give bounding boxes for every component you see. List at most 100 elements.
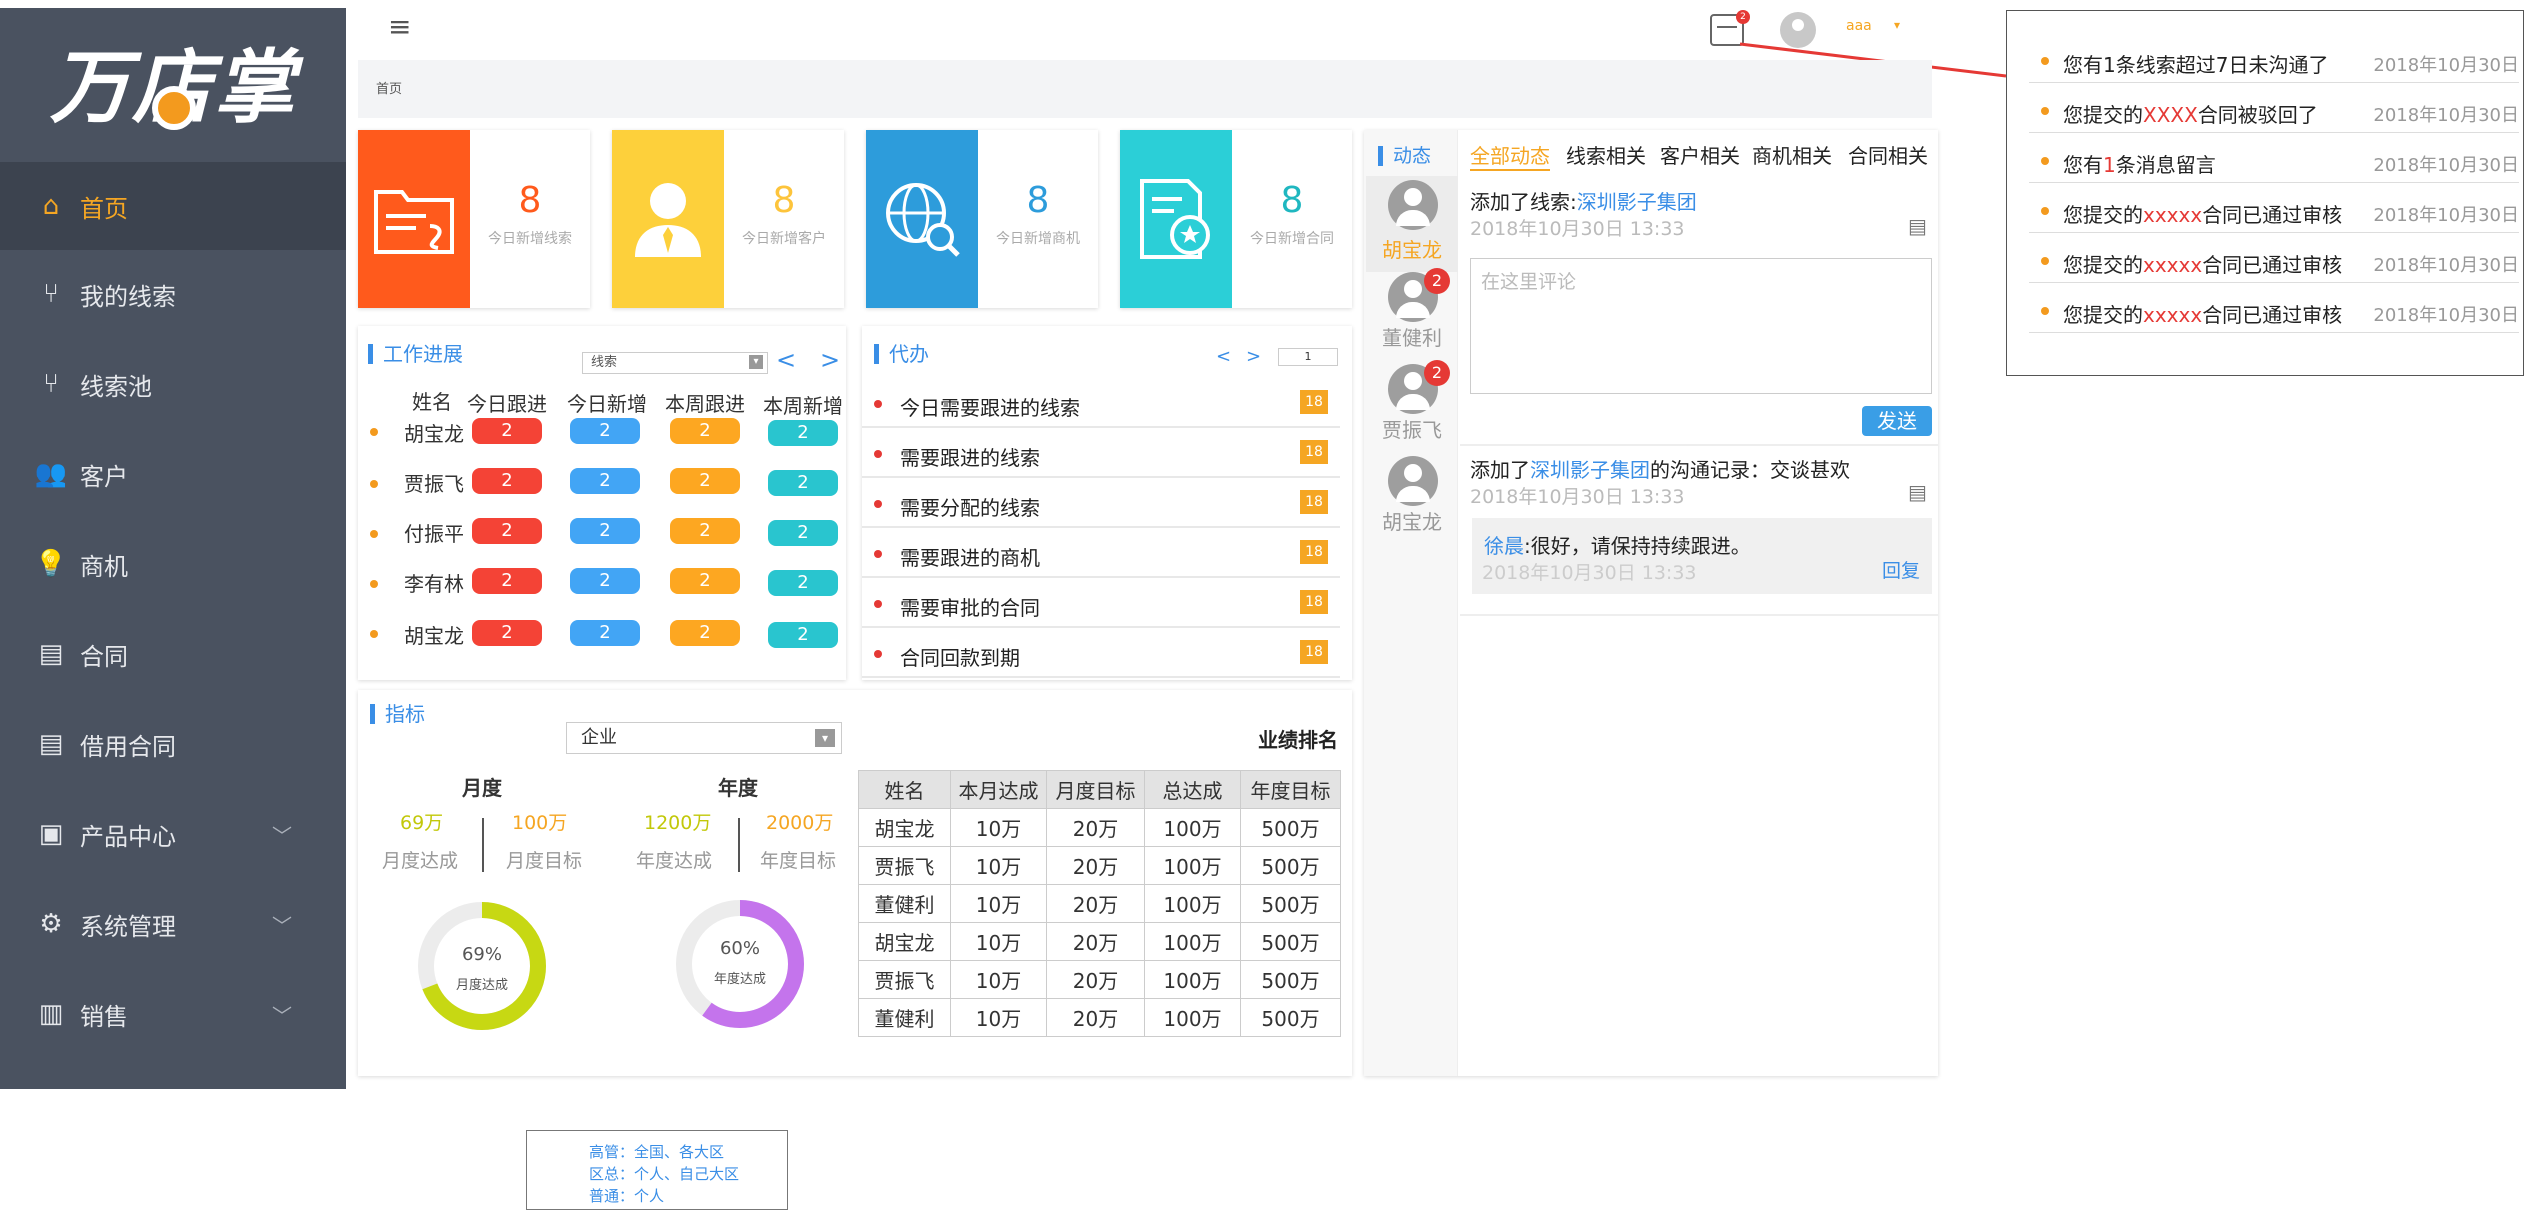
next-button[interactable]: >: [820, 346, 840, 374]
today-new-pill[interactable]: 2: [570, 468, 640, 494]
count-badge: 18: [1300, 440, 1328, 464]
table-cell: 10万: [950, 846, 1047, 885]
todo-item[interactable]: 需要跟进的商机 18: [862, 530, 1340, 578]
notification-item[interactable]: 您提交的xxxxx合同已通过审核 2018年10月30日: [2029, 283, 2519, 333]
divider: [738, 818, 740, 872]
column-header: 本周新增: [763, 394, 843, 418]
row-name: 胡宝龙: [404, 624, 464, 648]
stat-card-new-clues[interactable]: 8 今日新增线索: [358, 130, 590, 308]
todo-item[interactable]: 合同回款到期 18: [862, 630, 1340, 678]
caret-down-icon[interactable]: ▾: [1894, 18, 1900, 32]
menu-toggle-icon[interactable]: ≡: [388, 10, 411, 43]
breadcrumb-bar: [358, 60, 1932, 118]
post-link[interactable]: 深圳影子集团: [1530, 458, 1650, 482]
today-follow-pill[interactable]: 2: [472, 620, 542, 646]
todo-item[interactable]: 今日需要跟进的线索 18: [862, 380, 1340, 428]
feed-user-item[interactable]: 2 贾振飞: [1366, 360, 1458, 456]
sidebar-item-label: 系统管理: [80, 912, 176, 941]
notification-item[interactable]: 您提交的xxxxx合同已通过审核 2018年10月30日: [2029, 233, 2519, 283]
comment-icon[interactable]: ▤: [1908, 214, 1927, 238]
today-follow-pill[interactable]: 2: [472, 518, 542, 544]
week-new-pill[interactable]: 2: [768, 470, 838, 496]
todo-item[interactable]: 需要审批的合同 18: [862, 580, 1340, 628]
next-button[interactable]: >: [1246, 346, 1261, 367]
box-icon: ▣: [38, 819, 64, 849]
week-follow-pill[interactable]: 2: [670, 518, 740, 544]
prev-button[interactable]: <: [1216, 346, 1231, 367]
sidebar-item-customer[interactable]: 👥 客户: [0, 430, 346, 518]
notification-text: 您提交的xxxxx合同已通过审核: [2063, 299, 2342, 328]
sidebar-item-home[interactable]: ⌂ 首页: [0, 162, 346, 250]
feed-user-item[interactable]: 胡宝龙: [1366, 176, 1458, 272]
today-new-pill[interactable]: 2: [570, 518, 640, 544]
todo-item[interactable]: 需要跟进的线索 18: [862, 430, 1340, 478]
send-button[interactable]: 发送: [1862, 406, 1932, 436]
caret-down-icon: ▾: [815, 729, 835, 747]
today-follow-pill[interactable]: 2: [472, 568, 542, 594]
todo-item[interactable]: 需要分配的线索 18: [862, 480, 1340, 528]
notification-item[interactable]: 您有1条消息留言 2018年10月30日: [2029, 133, 2519, 183]
sidebar-item-label: 线索池: [80, 372, 152, 401]
user-name[interactable]: aaa: [1846, 18, 1872, 34]
tab-customer-related[interactable]: 客户相关: [1660, 140, 1740, 169]
week-follow-pill[interactable]: 2: [670, 418, 740, 444]
comment-icon[interactable]: ▤: [1908, 480, 1927, 504]
monthly-achieved: 69万: [400, 812, 444, 834]
sidebar-item-opportunity[interactable]: 💡 商机: [0, 520, 346, 608]
tab-clue-related[interactable]: 线索相关: [1566, 140, 1646, 169]
work-progress-filter-select[interactable]: 线索 ▾: [582, 352, 768, 374]
tab-opportunity-related[interactable]: 商机相关: [1752, 140, 1832, 169]
tab-contract-related[interactable]: 合同相关: [1848, 140, 1928, 169]
contract-icon: [1120, 130, 1232, 308]
prev-button[interactable]: <: [776, 346, 796, 374]
stat-card-new-opportunities[interactable]: 8 今日新增商机: [866, 130, 1098, 308]
table-cell: 100万: [1144, 808, 1241, 847]
sidebar-item-system[interactable]: ⚙ 系统管理 ﹀: [0, 880, 346, 968]
sidebar-item-contract[interactable]: ▤ 合同: [0, 610, 346, 698]
today-follow-pill[interactable]: 2: [472, 468, 542, 494]
today-new-pill[interactable]: 2: [570, 568, 640, 594]
stat-card-new-contracts[interactable]: 8 今日新增合同: [1120, 130, 1352, 308]
week-follow-pill[interactable]: 2: [670, 468, 740, 494]
sidebar-item-sales[interactable]: ▥ 销售 ﹀: [0, 970, 346, 1058]
sidebar-item-product-center[interactable]: ▣ 产品中心 ﹀: [0, 790, 346, 878]
tab-all-activity[interactable]: 全部动态: [1470, 140, 1550, 171]
column-header: 姓名: [858, 770, 951, 809]
post-prefix: 添加了线索:: [1470, 190, 1577, 214]
metrics-scope-select[interactable]: 企业 ▾: [566, 722, 842, 754]
sidebar-item-borrow-contract[interactable]: ▤ 借用合同: [0, 700, 346, 788]
comment-input[interactable]: 在这里评论: [1470, 258, 1932, 394]
stat-card-new-customers[interactable]: 8 今日新增客户: [612, 130, 844, 308]
week-follow-pill[interactable]: 2: [670, 568, 740, 594]
week-follow-pill[interactable]: 2: [670, 620, 740, 646]
todo-label: 需要分配的线索: [900, 496, 1040, 520]
text-part: 您提交的: [2063, 103, 2143, 127]
text-part: 您有1条线索超过7日未沟通了: [2063, 53, 2329, 77]
sidebar-item-my-clues[interactable]: ⑂ 我的线索: [0, 250, 346, 338]
notification-item[interactable]: 您提交的XXXX合同被驳回了 2018年10月30日: [2029, 83, 2519, 133]
notification-text: 您提交的XXXX合同被驳回了: [2063, 99, 2318, 128]
reply-user[interactable]: 徐晨: [1484, 534, 1524, 558]
week-new-pill[interactable]: 2: [768, 420, 838, 446]
feed-user-item[interactable]: 胡宝龙: [1366, 456, 1458, 548]
today-follow-pill[interactable]: 2: [472, 418, 542, 444]
sidebar-item-clue-pool[interactable]: ⑂ 线索池: [0, 340, 346, 428]
week-new-pill[interactable]: 2: [768, 570, 838, 596]
week-new-pill[interactable]: 2: [768, 622, 838, 648]
notification-item[interactable]: 您提交的xxxxx合同已通过审核 2018年10月30日: [2029, 183, 2519, 233]
highlight-part: xxxxx: [2143, 253, 2203, 277]
post-link[interactable]: 深圳影子集团: [1577, 190, 1697, 214]
document-icon: ▤: [38, 729, 64, 759]
chevron-down-icon: ﹀: [272, 913, 292, 938]
notification-item[interactable]: 您有1条线索超过7日未沟通了 2018年10月30日: [2029, 33, 2519, 83]
breadcrumb[interactable]: 首页: [376, 78, 402, 97]
page-input[interactable]: 1: [1278, 348, 1338, 366]
reply-button[interactable]: 回复: [1882, 556, 1920, 583]
feed-user-item[interactable]: 2 董健利: [1366, 268, 1458, 364]
column-header: 总达成: [1144, 770, 1241, 809]
today-new-pill[interactable]: 2: [570, 620, 640, 646]
week-new-pill[interactable]: 2: [768, 520, 838, 546]
reply-text: 徐晨:很好，请保持持续跟进。: [1484, 530, 1751, 559]
today-new-pill[interactable]: 2: [570, 418, 640, 444]
notification-time: 2018年10月30日: [2373, 205, 2519, 226]
